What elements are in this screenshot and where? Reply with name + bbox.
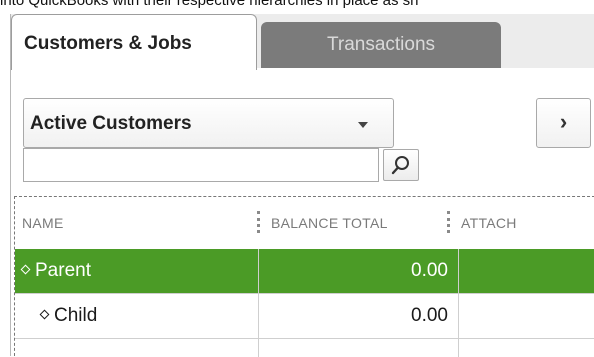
customer-name: Child — [54, 305, 98, 326]
row-divider — [15, 338, 594, 339]
customer-filter-dropdown[interactable]: Active Customers — [23, 98, 394, 148]
customer-list-table: NAME BALANCE TOTAL ATTACH Parent 0.00 Ch… — [14, 196, 594, 357]
expand-button[interactable]: › — [536, 98, 591, 148]
row-attach-cell — [461, 294, 591, 338]
document-caption: into QuickBooks with their respective hi… — [0, 0, 594, 8]
row-divider — [15, 293, 594, 294]
table-row[interactable]: Parent 0.00 — [15, 249, 594, 293]
column-resize-handle[interactable] — [447, 211, 453, 233]
column-header-balance-total[interactable]: BALANCE TOTAL — [271, 197, 441, 249]
chevron-down-icon — [358, 122, 368, 128]
customer-filter-value: Active Customers — [30, 113, 192, 134]
tab-transactions[interactable]: Transactions — [261, 22, 501, 68]
hierarchy-bullet-icon — [20, 264, 31, 275]
search-button[interactable] — [383, 149, 419, 181]
search-input[interactable] — [23, 148, 379, 182]
row-balance-cell: 0.00 — [411, 260, 448, 281]
column-header-attach[interactable]: ATTACH — [461, 197, 591, 249]
table-row[interactable]: Child 0.00 — [15, 294, 594, 338]
column-header-name[interactable]: NAME — [22, 197, 252, 249]
row-balance-cell: 0.00 — [411, 305, 448, 326]
hierarchy-bullet-icon — [39, 309, 50, 320]
search-icon — [391, 156, 409, 175]
column-resize-handle[interactable] — [257, 211, 263, 233]
column-divider — [258, 249, 259, 357]
row-name-cell: Parent — [20, 249, 252, 293]
customer-center-panel: Customers & Jobs Transactions Active Cus… — [10, 14, 594, 357]
customer-name: Parent — [35, 260, 91, 281]
row-attach-cell — [461, 249, 591, 293]
column-divider — [458, 249, 459, 357]
tab-customers-jobs[interactable]: Customers & Jobs — [11, 14, 257, 70]
tab-strip: Customers & Jobs Transactions — [11, 14, 594, 70]
row-name-cell: Child — [39, 294, 251, 338]
